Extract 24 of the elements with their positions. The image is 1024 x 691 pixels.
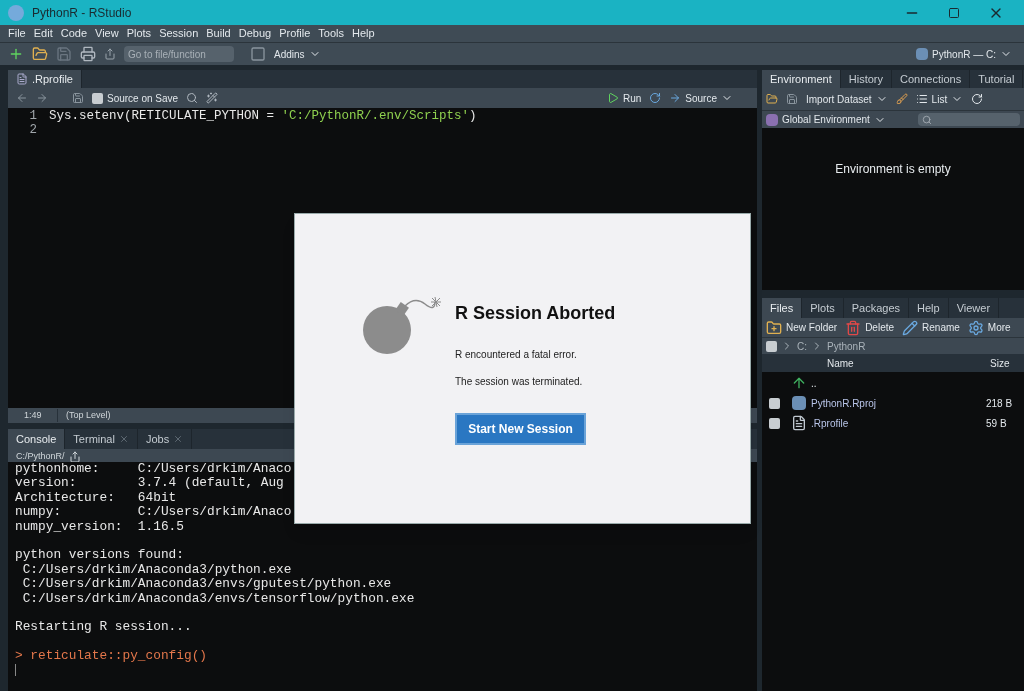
file-size: 218 B [986,396,1014,411]
console-line: numpy_version: 1.16.5 [15,519,184,535]
cursor-position: 1:49 [8,408,58,423]
console-line: Architecture: 64bit [15,490,177,506]
console-command: > reticulate::py_config() [15,649,207,664]
line-number: 2 [28,123,38,137]
console-line: C:/Users/drkim/Anaconda3/envs/gputest/python.exe [21,577,392,592]
console-line: C:/Users/drkim/Anaconda3/envs/tensorflow/python.exe [21,591,415,607]
console-line: version: 3.7.4 (default, Aug [15,476,284,491]
dialog-title: R Session Aborted [455,302,616,325]
line-number: 1 [28,109,38,123]
console-path: C:/PythonR/ [16,449,65,463]
checkbox-label: Source on Save [107,91,179,106]
dialog-message: The session was terminated. [455,375,584,389]
code-line: Sys.setenv(RETICULATE_PYTHON = 'C:/PythonR/.env/Scripts') [48,109,477,123]
console-line: python versions found: [15,548,184,563]
window-title: PythonR - RStudio [32,4,132,22]
console-line: numpy: C:/Users/drkim/Anaco [15,505,292,520]
dialog-message: R encountered a fatal error. [455,348,578,362]
console-line: C:/Users/drkim/Anaconda3/python.exe [21,562,292,578]
console-line: Restarting R session... [15,620,192,635]
empty-message: Environment is empty [835,161,951,178]
console-line: pythonhome: C:/Users/drkim/Anaco [15,462,292,477]
file-size: 59 B [986,416,1008,431]
